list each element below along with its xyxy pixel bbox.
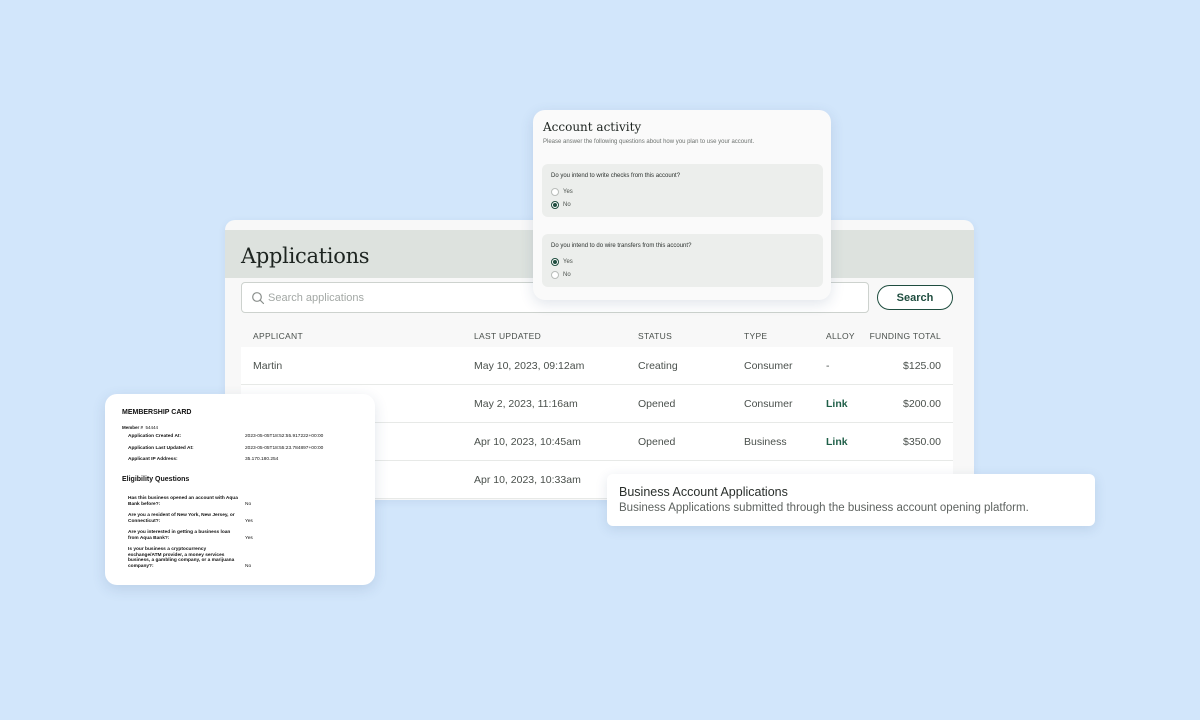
- radio-option-no[interactable]: No: [551, 200, 571, 209]
- cell-type: Consumer: [744, 398, 793, 410]
- question-wire-transfers: Do you intend to do wire transfers from …: [542, 234, 823, 287]
- search-icon: [252, 292, 265, 305]
- radio-label: No: [563, 201, 571, 208]
- radio-button[interactable]: [551, 270, 559, 279]
- column-header-last-updated[interactable]: LAST UPDATED: [474, 331, 541, 341]
- eligibility-question: Has this business opened an account with…: [128, 496, 238, 507]
- cell-last-updated: May 2, 2023, 11:16am: [474, 398, 578, 410]
- radio-label: No: [563, 271, 571, 278]
- radio-button-selected[interactable]: [551, 257, 559, 266]
- cell-applicant: Martin: [253, 360, 283, 372]
- eligibility-answer: Yes: [245, 536, 253, 541]
- question-write-checks: Do you intend to write checks from this …: [542, 164, 823, 217]
- tooltip-description: Business Applications submitted through …: [619, 502, 1029, 514]
- detail-value: 2023-05-05T18:55:23.784897+00:00: [245, 446, 324, 451]
- detail-value: 35.170.180.254: [245, 457, 279, 462]
- detail-label: Application Last Updated At:: [128, 446, 194, 451]
- cell-status: Opened: [638, 398, 676, 410]
- column-header-applicant[interactable]: APPLICANT: [253, 331, 303, 341]
- cell-last-updated: Apr 10, 2023, 10:45am: [474, 436, 581, 448]
- cell-status: Opened: [638, 436, 676, 448]
- member-number: Member # 54444: [122, 425, 158, 430]
- eligibility-section-title: Eligibility Questions: [122, 476, 190, 483]
- eligibility-answer: No: [245, 564, 252, 569]
- radio-label: Yes: [563, 188, 573, 195]
- eligibility-answer: Yes: [245, 519, 253, 524]
- detail-label: Application Created At:: [128, 434, 182, 439]
- cell-type: Consumer: [744, 360, 793, 372]
- alloy-link[interactable]: Link: [826, 436, 848, 448]
- column-header-type[interactable]: TYPE: [744, 331, 767, 341]
- radio-option-yes[interactable]: Yes: [551, 257, 573, 266]
- membership-card-title: MEMBERSHIP CARD: [122, 409, 192, 416]
- tooltip-title: Business Account Applications: [619, 485, 788, 499]
- detail-value: 2023-05-05T18:52:55.917222+00:00: [245, 434, 324, 439]
- table-header: APPLICANT LAST UPDATED STATUS TYPE ALLOY…: [241, 328, 953, 347]
- cell-funding-total: $125.00: [903, 360, 941, 372]
- account-activity-title: Account activity: [543, 120, 642, 134]
- radio-label: Yes: [563, 258, 573, 265]
- cell-alloy: -: [826, 360, 830, 372]
- cell-last-updated: May 10, 2023, 09:12am: [474, 360, 585, 372]
- question-text: Do you intend to do wire transfers from …: [551, 243, 692, 249]
- page-title: Applications: [241, 244, 370, 268]
- membership-card: MEMBERSHIP CARD Member # 54444 Applicati…: [105, 394, 375, 585]
- cell-funding-total: $350.00: [903, 436, 941, 448]
- detail-label: Applicant IP Address:: [128, 457, 178, 462]
- business-applications-tooltip: Business Account Applications Business A…: [607, 474, 1095, 526]
- cell-last-updated: Apr 10, 2023, 10:33am: [474, 474, 581, 486]
- member-number-value: 54444: [145, 425, 159, 430]
- cell-type: Business: [744, 436, 787, 448]
- radio-button[interactable]: [551, 187, 559, 196]
- question-text: Do you intend to write checks from this …: [551, 173, 681, 179]
- cell-status: Creating: [638, 360, 678, 372]
- column-header-status[interactable]: STATUS: [638, 331, 672, 341]
- table-row[interactable]: Martin May 10, 2023, 09:12am Creating Co…: [241, 347, 953, 385]
- column-header-alloy[interactable]: ALLOY: [826, 331, 855, 341]
- eligibility-question: Is your business a cryptocurrency exchan…: [128, 547, 235, 569]
- column-header-funding-total[interactable]: FUNDING TOTAL: [870, 331, 941, 341]
- member-number-label: Member #: [122, 425, 144, 430]
- radio-option-yes[interactable]: Yes: [551, 187, 573, 196]
- account-activity-subtitle: Please answer the following questions ab…: [543, 139, 755, 145]
- radio-button-selected[interactable]: [551, 200, 559, 209]
- eligibility-answer: No: [245, 502, 252, 507]
- radio-option-no[interactable]: No: [551, 270, 571, 279]
- account-activity-card: Account activity Please answer the follo…: [533, 110, 831, 300]
- search-button[interactable]: Search: [877, 285, 953, 310]
- alloy-link[interactable]: Link: [826, 398, 848, 410]
- cell-funding-total: $200.00: [903, 398, 941, 410]
- eligibility-question: Are you interested in getting a business…: [128, 530, 231, 541]
- eligibility-question: Are you a resident of New York, New Jers…: [128, 513, 235, 524]
